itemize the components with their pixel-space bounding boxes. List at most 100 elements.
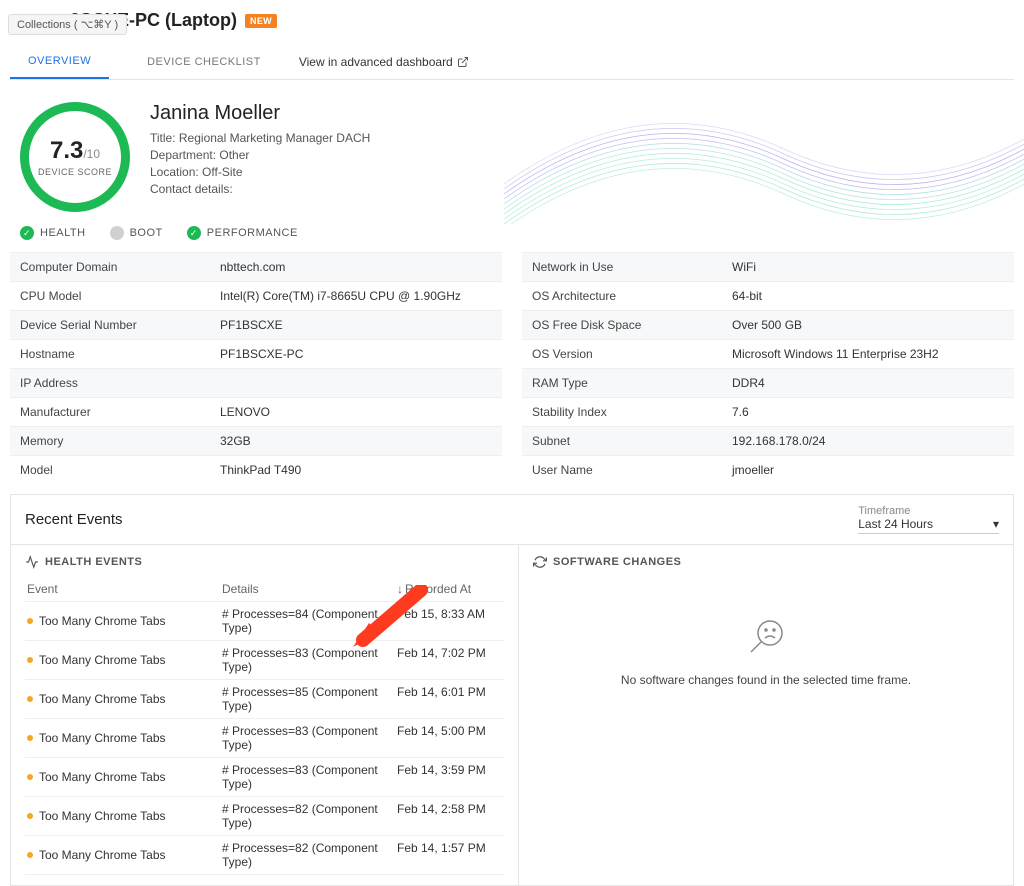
refresh-icon [533,555,547,569]
event-name: Too Many Chrome Tabs [27,802,222,830]
prop-label: Computer Domain [20,260,220,274]
event-details: # Processes=83 (Component Type) [222,646,397,674]
event-time: Feb 15, 8:33 AM [397,607,502,635]
check-icon: ✓ [20,226,34,240]
col-details[interactable]: Details [222,582,397,596]
event-name: Too Many Chrome Tabs [27,724,222,752]
prop-label: OS Architecture [532,289,732,303]
event-time: Feb 14, 6:01 PM [397,685,502,713]
status-performance-label: PERFORMANCE [207,227,298,239]
event-row[interactable]: Too Many Chrome Tabs# Processes=83 (Comp… [25,758,504,797]
prop-label: Stability Index [532,405,732,419]
event-details: # Processes=82 (Component Type) [222,841,397,869]
event-name: Too Many Chrome Tabs [27,646,222,674]
event-name: Too Many Chrome Tabs [27,841,222,869]
prop-label: CPU Model [20,289,220,303]
prop-value: Intel(R) Core(TM) i7-8665U CPU @ 1.90GHz [220,289,461,303]
chevron-down-icon: ▾ [993,517,999,531]
prop-row: OS VersionMicrosoft Windows 11 Enterpris… [522,339,1014,368]
prop-value: 32GB [220,434,251,448]
prop-label: IP Address [20,376,220,390]
device-score-ring: 7.3/10 DEVICE SCORE [20,102,130,212]
prop-label: Network in Use [532,260,732,274]
warning-dot-icon [27,735,33,741]
status-performance[interactable]: ✓ PERFORMANCE [187,226,298,240]
status-boot[interactable]: BOOT [110,226,163,240]
event-details: # Processes=83 (Component Type) [222,763,397,791]
event-time: Feb 14, 1:57 PM [397,841,502,869]
event-row[interactable]: Too Many Chrome Tabs# Processes=84 (Comp… [25,602,504,641]
event-details: # Processes=84 (Component Type) [222,607,397,635]
prop-label: Memory [20,434,220,448]
magnify-sad-icon [744,617,788,657]
prop-row: Computer Domainnbttech.com [10,252,502,281]
timeframe-value: Last 24 Hours [858,517,933,531]
prop-label: Device Serial Number [20,318,220,332]
col-event[interactable]: Event [27,582,222,596]
advanced-link-label: View in advanced dashboard [299,55,453,69]
prop-value: Over 500 GB [732,318,802,332]
event-time: Feb 14, 5:00 PM [397,724,502,752]
software-changes-title: SOFTWARE CHANGES [553,556,681,568]
heart-pulse-icon [25,555,39,569]
user-name: Janina Moeller [150,102,1014,125]
tab-overview[interactable]: OVERVIEW [10,45,109,79]
timeframe-label: Timeframe [858,505,999,517]
prop-value: WiFi [732,260,756,274]
health-events-title: HEALTH EVENTS [45,556,142,568]
col-time-label: Recorded At [405,582,471,596]
score-label: DEVICE SCORE [38,167,112,177]
event-row[interactable]: Too Many Chrome Tabs# Processes=83 (Comp… [25,641,504,680]
prop-value: DDR4 [732,376,765,390]
advanced-dashboard-link[interactable]: View in advanced dashboard [299,55,469,69]
timeframe-select[interactable]: Last 24 Hours ▾ [858,517,999,534]
prop-label: User Name [532,463,732,477]
empty-text: No software changes found in the selecte… [621,673,911,687]
tab-device-checklist[interactable]: DEVICE CHECKLIST [129,46,279,78]
prop-row: Device Serial NumberPF1BSCXE [10,310,502,339]
status-health-label: HEALTH [40,227,86,239]
user-department: Department: Other [150,148,1014,162]
external-link-icon [457,56,469,68]
dot-icon [110,226,124,240]
col-recorded-at[interactable]: ↓ Recorded At [397,582,502,596]
prop-value: 64-bit [732,289,762,303]
prop-value: jmoeller [732,463,774,477]
new-badge: NEW [245,14,277,28]
collections-tooltip: Collections ( ⌥⌘Y ) [8,14,127,35]
user-title: Title: Regional Marketing Manager DACH [150,131,1014,145]
prop-row: User Namejmoeller [522,455,1014,484]
sort-down-icon: ↓ [397,582,403,596]
prop-row: ManufacturerLENOVO [10,397,502,426]
user-location: Location: Off-Site [150,165,1014,179]
prop-row: Stability Index7.6 [522,397,1014,426]
event-row[interactable]: Too Many Chrome Tabs# Processes=82 (Comp… [25,836,504,875]
event-row[interactable]: Too Many Chrome Tabs# Processes=83 (Comp… [25,719,504,758]
prop-row: Network in UseWiFi [522,252,1014,281]
prop-label: OS Version [532,347,732,361]
prop-value: LENOVO [220,405,270,419]
event-time: Feb 14, 7:02 PM [397,646,502,674]
prop-row: IP Address [10,368,502,397]
prop-row: CPU ModelIntel(R) Core(TM) i7-8665U CPU … [10,281,502,310]
event-details: # Processes=85 (Component Type) [222,685,397,713]
prop-value: Microsoft Windows 11 Enterprise 23H2 [732,347,939,361]
prop-value: PF1BSCXE-PC [220,347,303,361]
props-left: Computer Domainnbttech.comCPU ModelIntel… [10,252,502,484]
event-row[interactable]: Too Many Chrome Tabs# Processes=82 (Comp… [25,797,504,836]
event-name: Too Many Chrome Tabs [27,685,222,713]
prop-row: OS Architecture64-bit [522,281,1014,310]
event-details: # Processes=82 (Component Type) [222,802,397,830]
event-details: # Processes=83 (Component Type) [222,724,397,752]
status-health[interactable]: ✓ HEALTH [20,226,86,240]
event-time: Feb 14, 2:58 PM [397,802,502,830]
warning-dot-icon [27,774,33,780]
event-row[interactable]: Too Many Chrome Tabs# Processes=85 (Comp… [25,680,504,719]
prop-value: ThinkPad T490 [220,463,301,477]
prop-value: nbttech.com [220,260,285,274]
event-name: Too Many Chrome Tabs [27,763,222,791]
prop-row: Memory32GB [10,426,502,455]
prop-label: Hostname [20,347,220,361]
empty-state: No software changes found in the selecte… [533,577,999,727]
prop-label: Manufacturer [20,405,220,419]
